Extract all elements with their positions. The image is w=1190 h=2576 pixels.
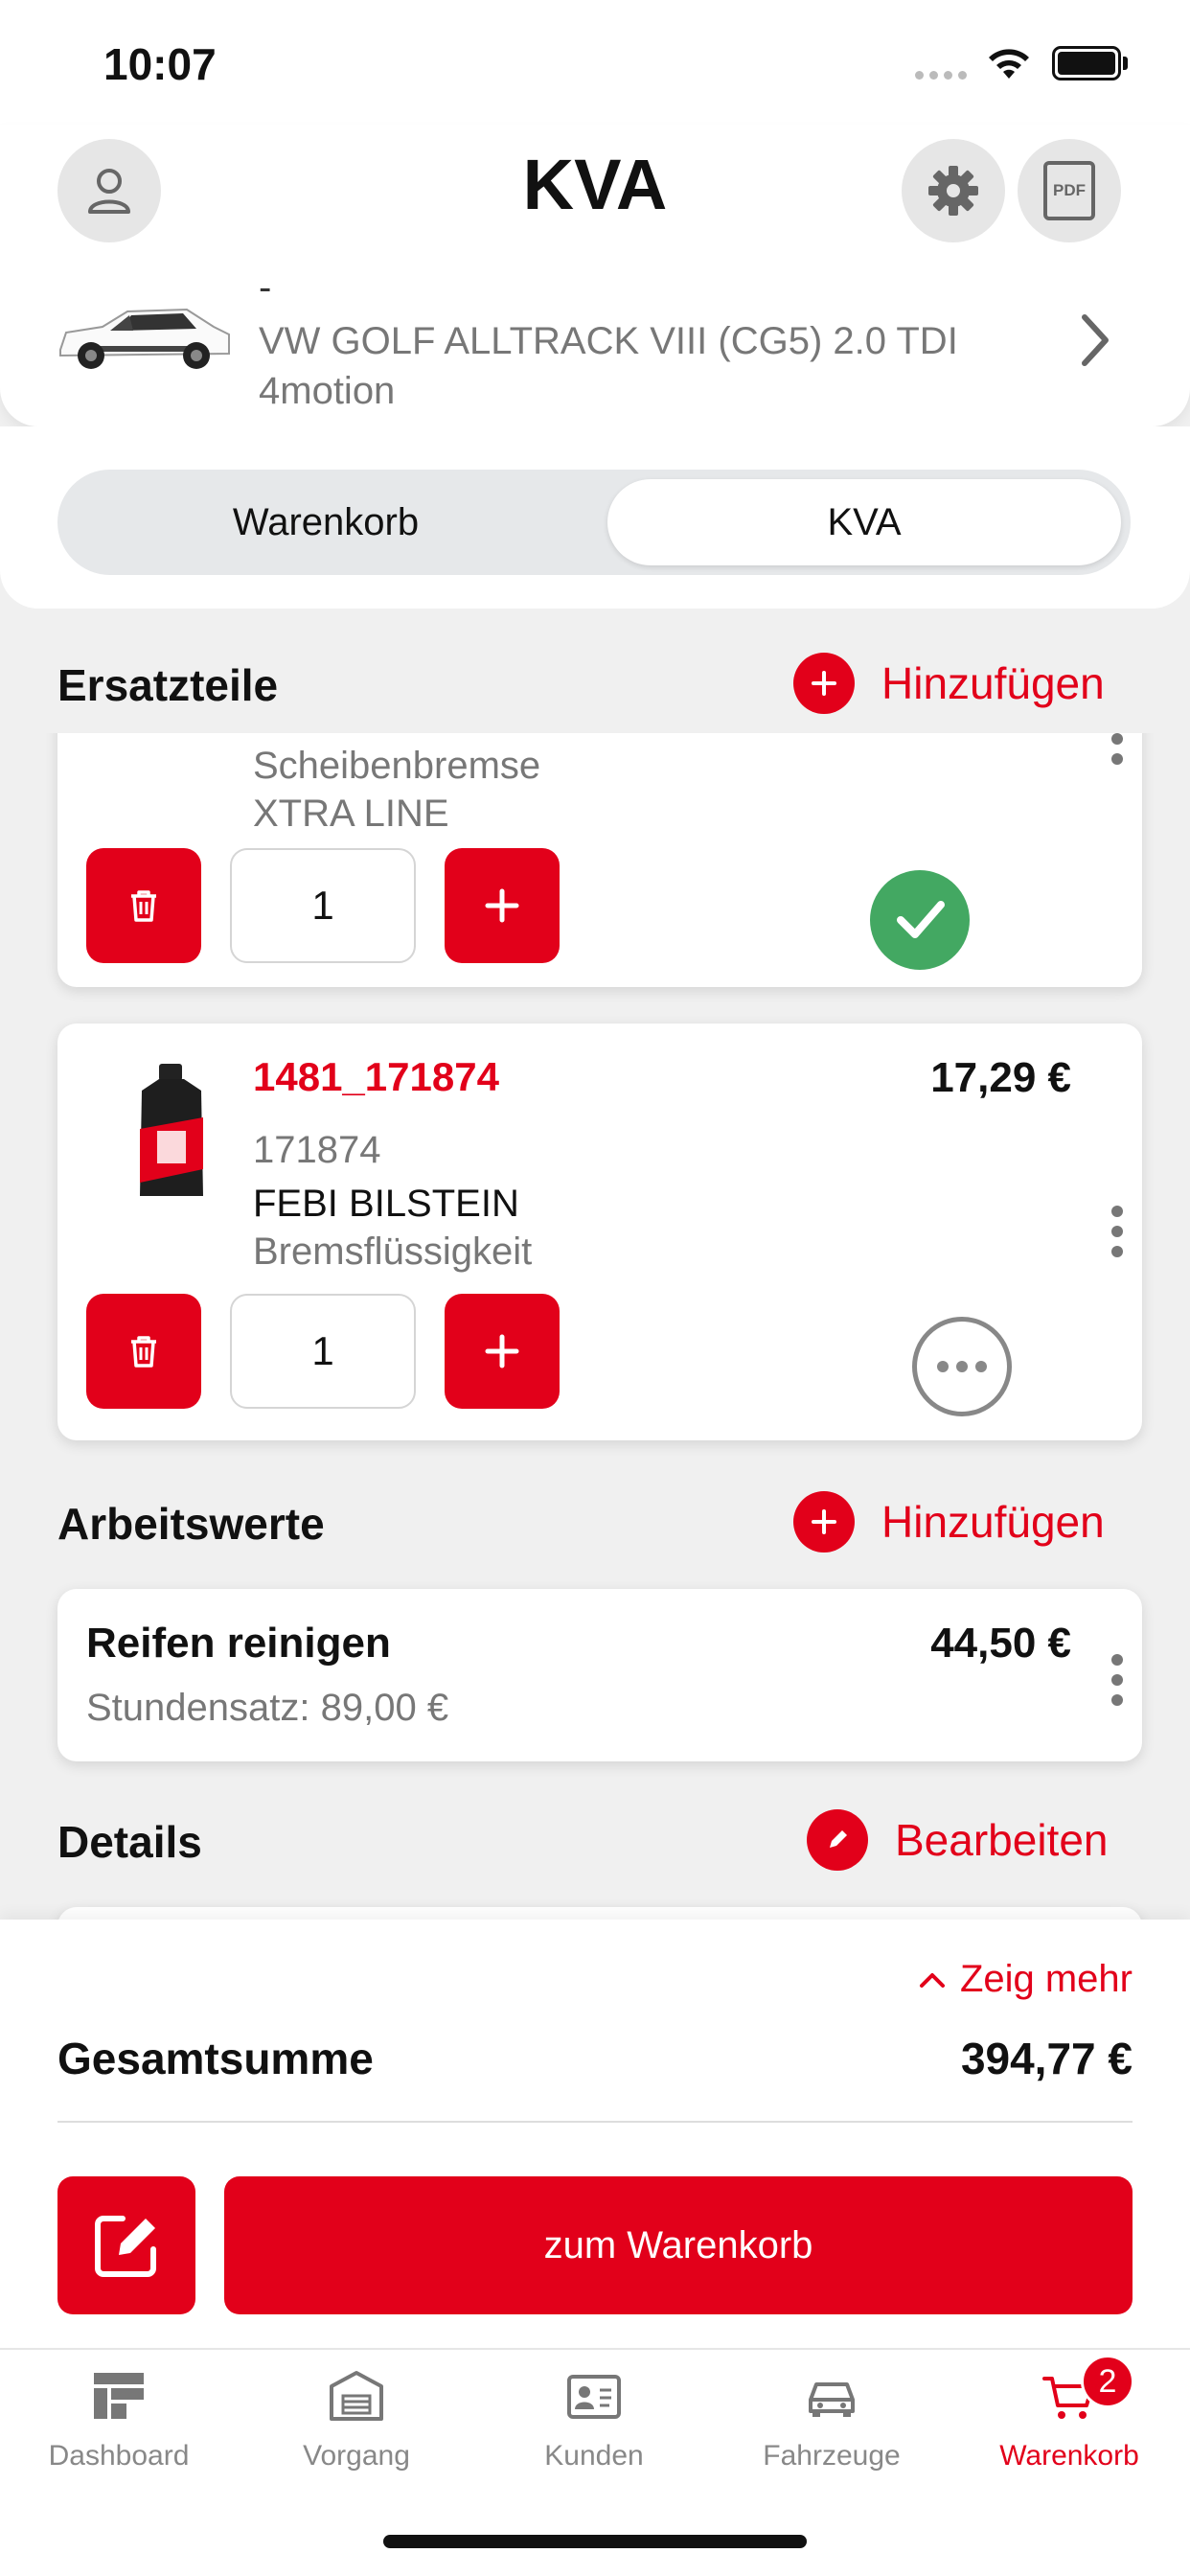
to-cart-button[interactable]: zum Warenkorb: [224, 2176, 1133, 2314]
delete-button[interactable]: [86, 1294, 201, 1409]
part-number: 171874: [253, 1129, 381, 1171]
show-more-button[interactable]: Zeig mehr: [918, 1958, 1133, 2001]
summary-panel: Zeig mehr Gesamtsumme 394,77 € zum Waren…: [0, 1920, 1190, 2348]
tab-dashboard[interactable]: Dashboard: [4, 2367, 234, 2472]
more-options-icon[interactable]: [1108, 733, 1127, 765]
quantity-field[interactable]: 1: [230, 1294, 416, 1409]
more-options-icon[interactable]: [1108, 1206, 1127, 1257]
vehicle-plate: -: [259, 266, 272, 309]
plus-icon: [485, 1334, 519, 1368]
add-part-button[interactable]: Hinzufügen: [793, 653, 1105, 714]
tab-kunden[interactable]: Kunden: [479, 2367, 709, 2472]
car-icon: [809, 2382, 855, 2417]
wifi-icon: [989, 49, 1029, 79]
tab-warenkorb-label: Warenkorb: [999, 2440, 1139, 2472]
labor-name: Reifen reinigen: [86, 1620, 391, 1667]
trash-icon: [131, 890, 156, 922]
tab-vorgang-label: Vorgang: [303, 2440, 410, 2472]
cart-badge: 2: [1081, 2355, 1134, 2408]
edit-details-label: Bearbeiten: [895, 1815, 1109, 1865]
more-options-icon[interactable]: [1108, 1654, 1127, 1706]
quantity-field[interactable]: 1: [230, 848, 416, 963]
edit-quote-button[interactable]: [57, 2176, 195, 2314]
divider: [57, 2121, 1133, 2123]
page-title: KVA: [522, 145, 668, 224]
add-labor-button[interactable]: Hinzufügen: [793, 1491, 1105, 1552]
tab-warenkorb[interactable]: Warenkorb: [954, 2367, 1184, 2472]
tab-fahrzeuge-label: Fahrzeuge: [763, 2440, 901, 2472]
show-more-label: Zeig mehr: [959, 1958, 1133, 2000]
segment-kva[interactable]: KVA: [607, 479, 1121, 565]
total-value: 394,77 €: [960, 2034, 1133, 2083]
chevron-up-icon: [919, 1972, 945, 1988]
part-price: 17,29 €: [930, 1054, 1071, 1101]
product-image: [140, 1064, 203, 1196]
parts-list: Scheibenbremse XTRA LINE 1 1481_171874 1…: [0, 733, 1190, 1921]
labor-rate: Stundensatz: 89,00 €: [86, 1687, 449, 1729]
tab-dashboard-label: Dashboard: [48, 2440, 190, 2472]
contact-card-icon: [567, 2375, 621, 2419]
edit-icon: [95, 2216, 156, 2277]
labor-card: Reifen reinigen 44,50 € Stundensatz: 89,…: [57, 1589, 1142, 1761]
plus-icon: [485, 888, 519, 923]
status-pending-icon: [912, 1317, 1012, 1416]
vehicle-name: VW GOLF ALLTRACK VIII (CG5) 2.0 TDI 4mot…: [259, 320, 958, 412]
part-brand: FEBI BILSTEIN: [253, 1183, 519, 1225]
part-desc-line2: XTRA LINE: [253, 793, 449, 835]
increment-button[interactable]: [445, 1294, 560, 1409]
tab-vorgang[interactable]: Vorgang: [241, 2367, 471, 2472]
trash-icon: [131, 1336, 156, 1368]
signal-icon: [915, 71, 967, 80]
pdf-icon: PDF: [1043, 161, 1095, 220]
status-confirmed-icon: [870, 870, 970, 970]
details-section-title: Details: [57, 1817, 202, 1867]
parts-section-title: Ersatzteile: [57, 660, 279, 710]
pdf-button[interactable]: PDF: [1018, 139, 1121, 242]
part-description: Bremsflüssigkeit: [253, 1230, 533, 1273]
part-id[interactable]: 1481_171874: [253, 1054, 499, 1100]
part-card: Scheibenbremse XTRA LINE 1: [57, 733, 1142, 987]
edit-details-button[interactable]: Bearbeiten: [807, 1809, 1109, 1871]
plus-icon: [793, 1491, 855, 1552]
battery-icon: [1052, 46, 1121, 80]
part-card: 1481_171874 17,29 € 171874 FEBI BILSTEIN…: [57, 1024, 1142, 1440]
total-label: Gesamtsumme: [57, 2034, 374, 2083]
dashboard-icon: [94, 2373, 144, 2419]
car-image: [59, 308, 230, 369]
status-time: 10:07: [103, 39, 217, 89]
labor-price: 44,50 €: [930, 1620, 1071, 1667]
gear-icon: [928, 166, 978, 216]
delete-button[interactable]: [86, 848, 201, 963]
pdf-icon-label: PDF: [1053, 181, 1086, 199]
add-labor-label: Hinzufügen: [881, 1497, 1105, 1547]
tab-fahrzeuge[interactable]: Fahrzeuge: [717, 2367, 947, 2472]
segment-warenkorb[interactable]: Warenkorb: [67, 479, 584, 565]
battery-tip: [1123, 57, 1128, 70]
settings-button[interactable]: [902, 139, 1005, 242]
part-desc-line1: Scheibenbremse: [253, 745, 541, 787]
chevron-right-icon: [1082, 314, 1109, 366]
increment-button[interactable]: [445, 848, 560, 963]
plus-icon: [793, 653, 855, 714]
tab-kunden-label: Kunden: [544, 2440, 644, 2472]
add-part-label: Hinzufügen: [881, 658, 1105, 708]
labor-section-title: Arbeitswerte: [57, 1499, 325, 1549]
home-indicator: [383, 2535, 807, 2548]
status-bar: 10:07: [0, 0, 1190, 125]
pencil-icon: [807, 1809, 868, 1871]
garage-icon: [330, 2371, 383, 2421]
